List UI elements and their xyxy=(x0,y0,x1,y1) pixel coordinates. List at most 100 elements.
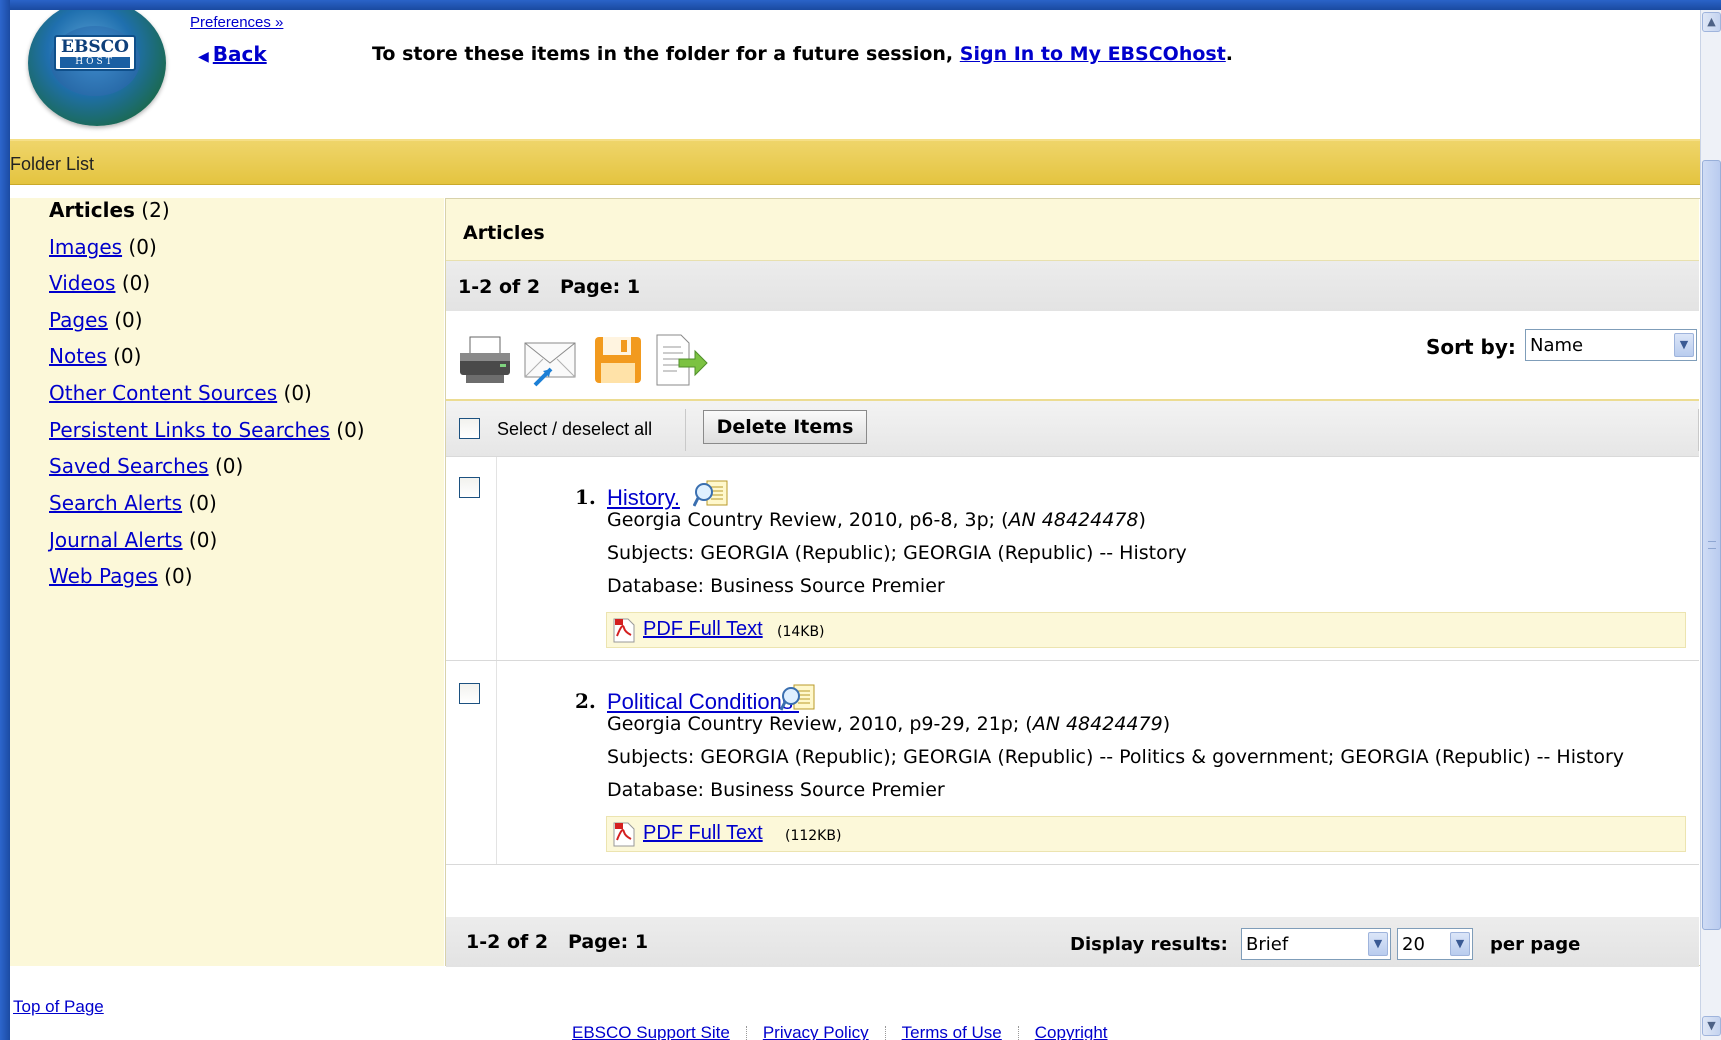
chevron-down-icon[interactable]: ▼ xyxy=(1368,932,1388,956)
preview-icon[interactable] xyxy=(780,683,816,713)
divider xyxy=(1017,1025,1019,1040)
sidebar-item-videos[interactable]: Videos (0) xyxy=(49,271,150,295)
sidebar-item-label[interactable]: Notes xyxy=(49,344,107,368)
divider xyxy=(745,1025,747,1040)
divider xyxy=(884,1025,886,1040)
footer-link-support[interactable]: EBSCO Support Site xyxy=(572,1023,730,1040)
preferences-link[interactable]: Preferences » xyxy=(190,14,283,31)
window-left-border xyxy=(0,0,10,1040)
sort-select-value: Name xyxy=(1530,335,1584,356)
result-database: Database: Business Source Premier xyxy=(607,779,945,801)
result-checkbox[interactable] xyxy=(459,477,480,498)
delete-items-button[interactable]: Delete Items xyxy=(703,410,867,444)
sidebar-item-label[interactable]: Videos xyxy=(49,271,115,295)
pdf-full-text-link[interactable]: PDF Full Text xyxy=(643,618,763,641)
divider xyxy=(685,409,686,451)
sidebar-item-count: (2) xyxy=(141,198,170,222)
result-source: Georgia Country Review, 2010, p6-8, 3p; … xyxy=(607,509,1146,531)
result-subjects: Subjects: GEORGIA (Republic); GEORGIA (R… xyxy=(607,542,1187,564)
sidebar-item-label[interactable]: Images xyxy=(49,235,122,259)
sort-select[interactable]: Name ▼ xyxy=(1525,329,1697,361)
sidebar-item-pages[interactable]: Pages (0) xyxy=(49,308,143,332)
sidebar-item-count: (0) xyxy=(214,454,244,478)
export-icon[interactable] xyxy=(651,331,709,389)
signin-link[interactable]: Sign In to My EBSCOhost xyxy=(960,43,1226,65)
sidebar-item-label[interactable]: Saved Searches xyxy=(49,454,209,478)
pdf-size: (112KB) xyxy=(785,828,842,844)
vertical-scrollbar[interactable]: ▲ ▼ xyxy=(1700,10,1721,1040)
logo-text-bottom: HOST xyxy=(60,57,130,68)
result-count-top: 1-2 of 2 Page: 1 xyxy=(458,276,641,298)
sidebar-item-other-content-sources[interactable]: Other Content Sources (0) xyxy=(49,381,312,405)
pdf-full-text-link[interactable]: PDF Full Text xyxy=(643,822,763,845)
sidebar-item-notes[interactable]: Notes (0) xyxy=(49,344,141,368)
sidebar-item-count: (0) xyxy=(128,235,157,259)
sidebar-item-count: (0) xyxy=(283,381,312,405)
footer-link-copyright[interactable]: Copyright xyxy=(1035,1023,1108,1040)
sidebar-item-label[interactable]: Journal Alerts xyxy=(49,528,183,552)
grip-icon xyxy=(1708,541,1716,549)
window-top-border xyxy=(0,0,1721,10)
sidebar-item-count: (0) xyxy=(188,528,218,552)
back-link-label[interactable]: Back xyxy=(213,42,267,66)
scrollbar-thumb[interactable] xyxy=(1702,160,1721,930)
chevron-down-icon[interactable]: ▼ xyxy=(1450,932,1470,956)
sidebar-item-images[interactable]: Images (0) xyxy=(49,235,157,259)
result-source: Georgia Country Review, 2010, p9-29, 21p… xyxy=(607,713,1170,735)
result-subjects: Subjects: GEORGIA (Republic); GEORGIA (R… xyxy=(607,746,1625,768)
result-item: 2. Political Conditions. Georgia Country… xyxy=(446,661,1699,865)
preview-icon[interactable] xyxy=(693,479,729,509)
results-panel: Articles 1-2 of 2 Page: 1 Sort by: Name … xyxy=(445,198,1700,967)
accession-number: AN 48424479 xyxy=(1032,713,1163,735)
results-header: Articles xyxy=(446,199,1699,261)
sidebar-item-persistent-links[interactable]: Persistent Links to Searches (0) xyxy=(49,418,365,442)
sidebar-item-count: (0) xyxy=(336,418,365,442)
page: EBSCO HOST Preferences » ◀ Back To store … xyxy=(10,10,1700,1040)
result-title-link[interactable]: History. xyxy=(607,485,680,511)
signin-message: To store these items in the folder for a… xyxy=(372,43,1233,65)
sidebar-item-label[interactable]: Web Pages xyxy=(49,564,158,588)
sidebar-item-articles[interactable]: Articles (2) xyxy=(49,198,170,222)
select-all-checkbox[interactable] xyxy=(459,418,480,439)
result-item: 1. History. Georgia Country Review, 2010… xyxy=(446,457,1699,661)
logo-text-top: EBSCO xyxy=(61,37,129,57)
email-icon[interactable] xyxy=(521,331,579,389)
display-format-select[interactable]: Brief ▼ xyxy=(1241,928,1391,960)
chevron-down-icon[interactable]: ▼ xyxy=(1674,333,1694,357)
print-icon[interactable] xyxy=(456,331,514,389)
source-text: Georgia Country Review, 2010, p6-8, 3p; … xyxy=(607,509,1009,531)
sidebar-item-saved-searches[interactable]: Saved Searches (0) xyxy=(49,454,243,478)
scroll-up-icon[interactable]: ▲ xyxy=(1702,12,1721,32)
result-title-link[interactable]: Political Conditions. xyxy=(607,689,799,715)
sidebar-item-count: (0) xyxy=(188,491,217,515)
sidebar-item-label[interactable]: Search Alerts xyxy=(49,491,182,515)
footer-link-terms[interactable]: Terms of Use xyxy=(902,1023,1002,1040)
result-number: 2. xyxy=(575,689,596,713)
scroll-down-icon[interactable]: ▼ xyxy=(1702,1016,1721,1036)
footer-link-privacy[interactable]: Privacy Policy xyxy=(763,1023,869,1040)
sidebar-item-web-pages[interactable]: Web Pages (0) xyxy=(49,564,193,588)
result-count-bottom: 1-2 of 2 Page: 1 xyxy=(466,931,649,953)
sidebar-item-journal-alerts[interactable]: Journal Alerts (0) xyxy=(49,528,217,552)
back-link[interactable]: ◀ Back xyxy=(198,42,267,66)
folder-list-bar: Folder List xyxy=(10,139,1700,185)
sidebar-item-label[interactable]: Other Content Sources xyxy=(49,381,277,405)
results-title: Articles xyxy=(463,222,545,244)
result-checkbox[interactable] xyxy=(459,683,480,704)
per-page-select[interactable]: 20 ▼ xyxy=(1397,928,1473,960)
signin-message-suffix: . xyxy=(1225,43,1234,65)
per-page-value: 20 xyxy=(1402,934,1425,955)
sidebar-item-label[interactable]: Persistent Links to Searches xyxy=(49,418,330,442)
sidebar-item-count: (0) xyxy=(113,344,142,368)
result-number: 1. xyxy=(575,485,596,509)
folder-list-title: Folder List xyxy=(10,154,95,174)
select-all-label[interactable]: Select / deselect all xyxy=(497,419,652,440)
save-icon[interactable] xyxy=(589,331,647,389)
ebsco-logo[interactable]: EBSCO HOST xyxy=(28,10,166,126)
footer-links: EBSCO Support Site Privacy Policy Terms of… xyxy=(572,1023,1108,1040)
selection-bar: Select / deselect all Delete Items xyxy=(446,401,1699,457)
sidebar-item-search-alerts[interactable]: Search Alerts (0) xyxy=(49,491,217,515)
top-of-page-link[interactable]: Top of Page xyxy=(13,997,104,1017)
sidebar-item-label[interactable]: Pages xyxy=(49,308,108,332)
folder-toolbar: Sort by: Name ▼ xyxy=(446,311,1699,401)
